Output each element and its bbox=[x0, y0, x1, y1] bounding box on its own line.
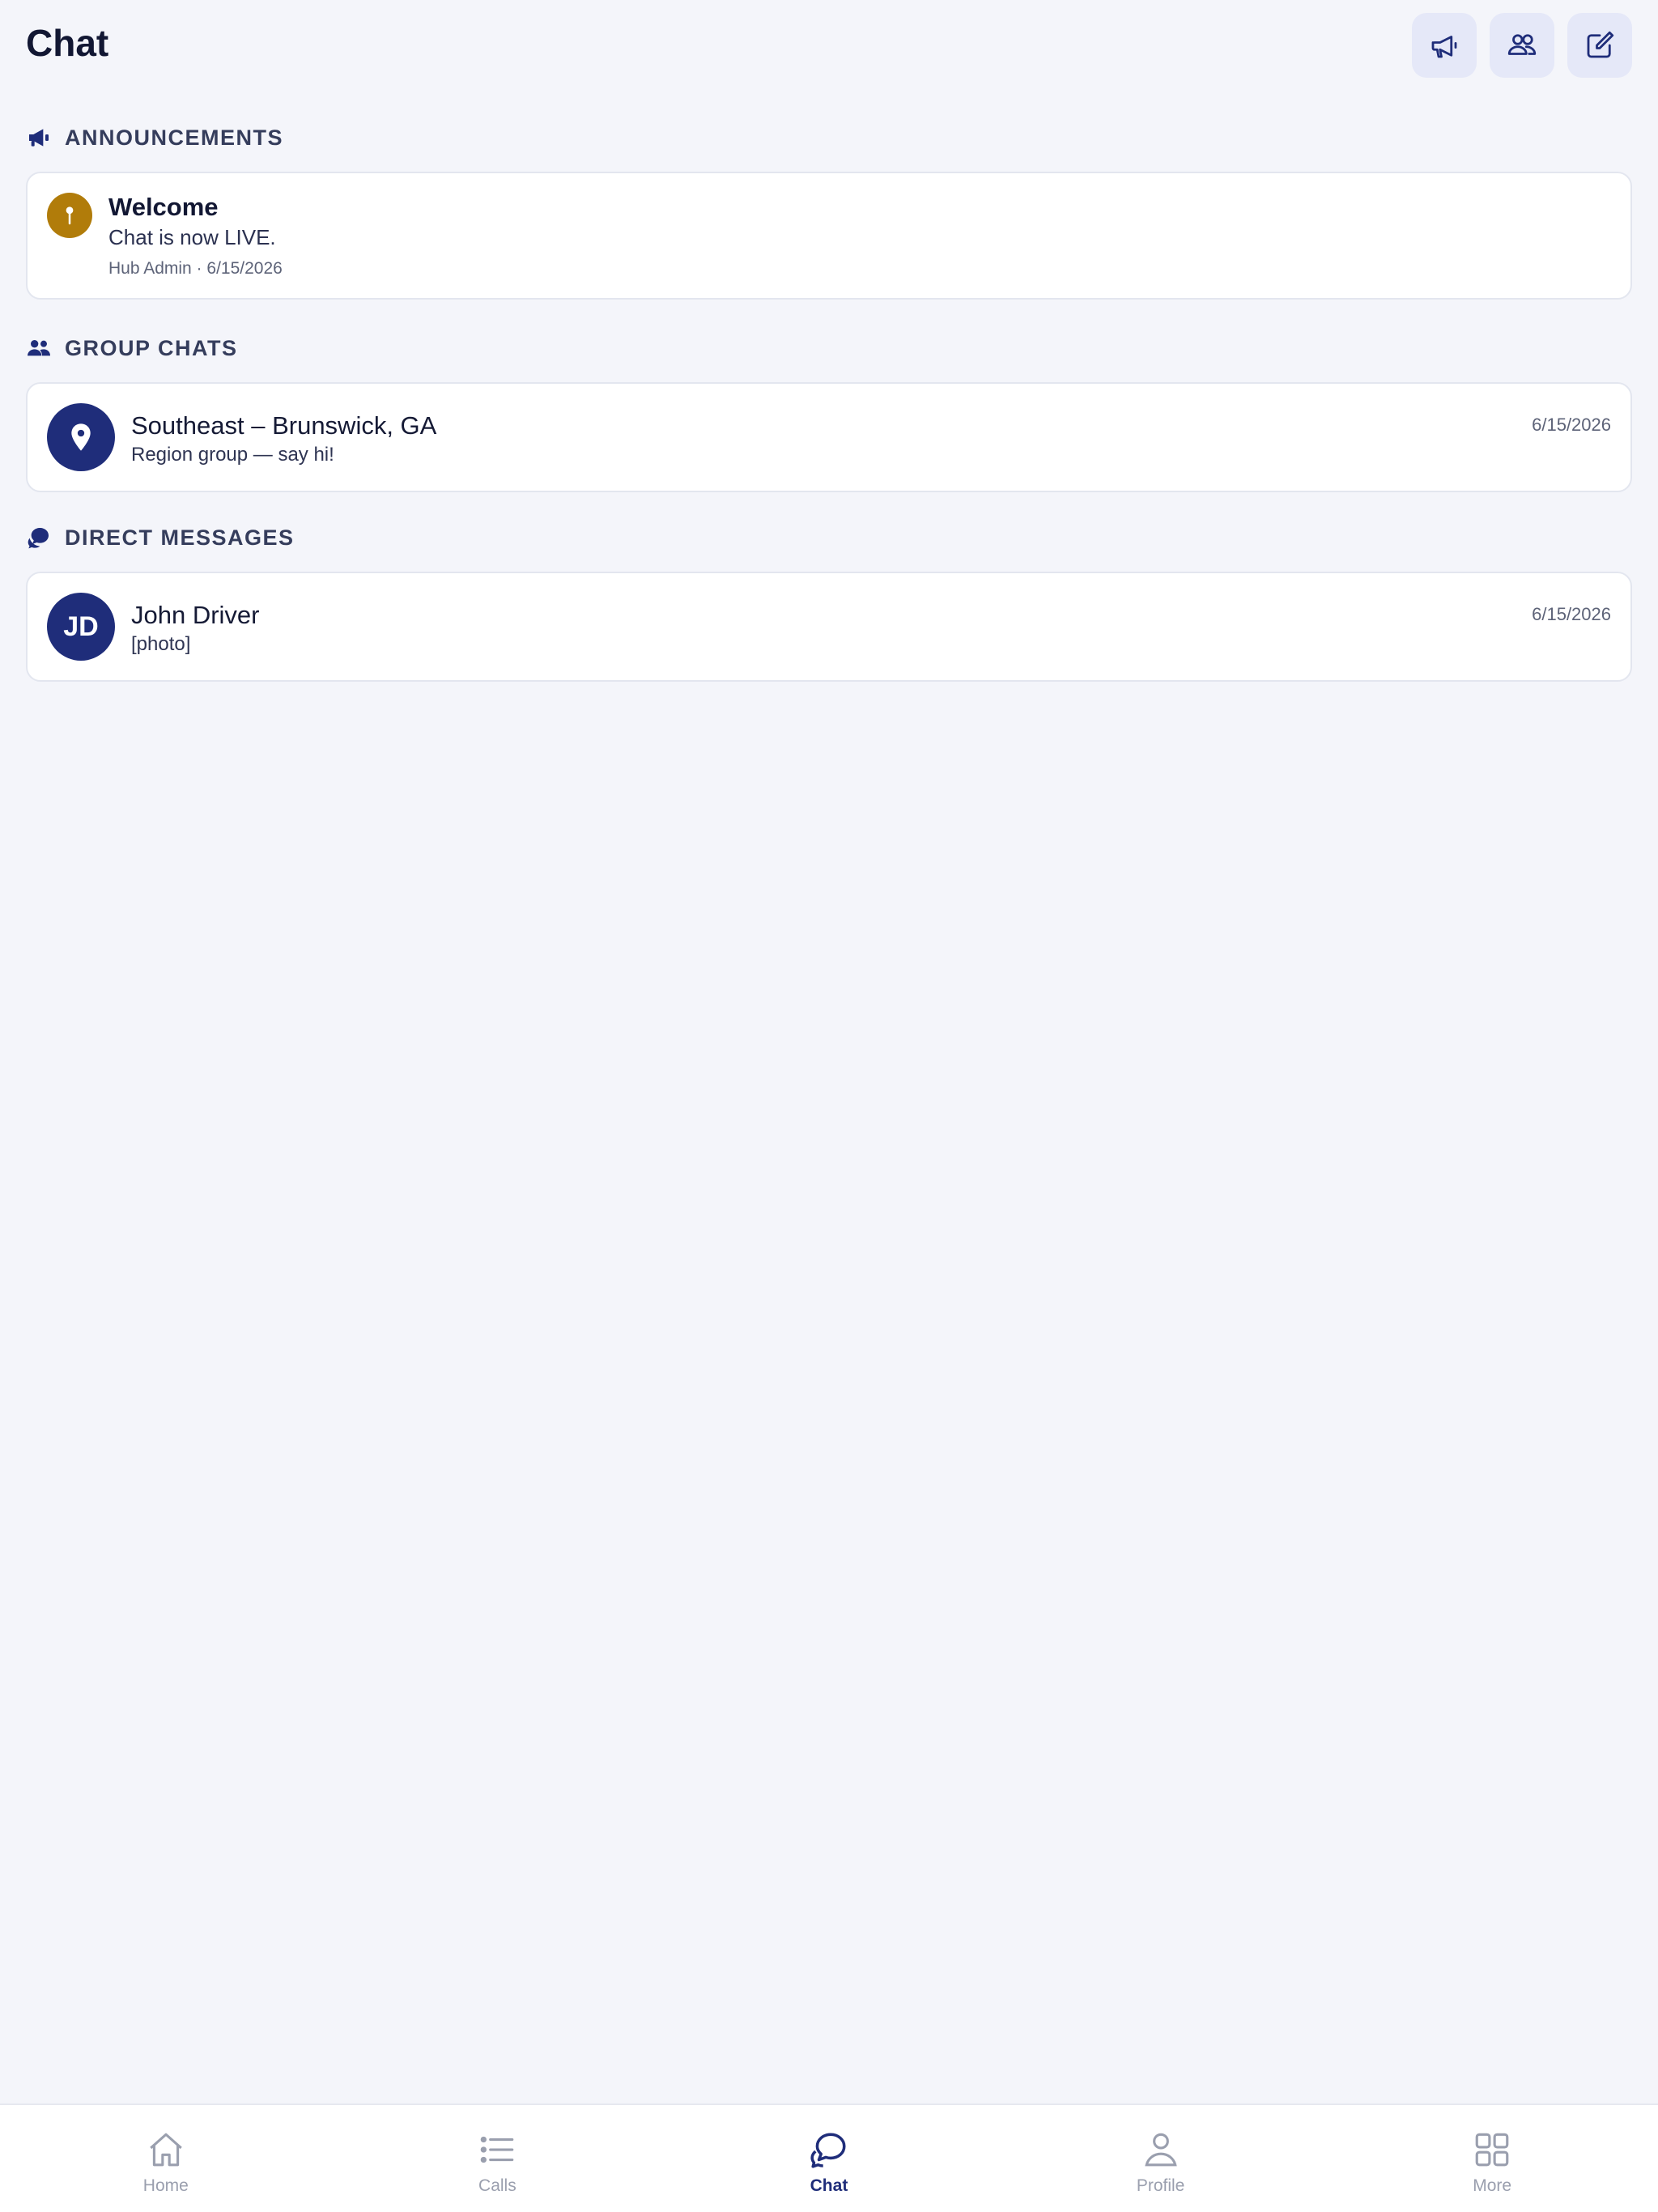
nav-label: Calls bbox=[478, 2176, 517, 2195]
chat-name: Southeast – Brunswick, GA bbox=[131, 411, 437, 440]
nav-item-home[interactable]: Home bbox=[0, 2105, 332, 2212]
section-title: Group Chats bbox=[65, 335, 238, 360]
chat-preview: Region group — say hi! bbox=[131, 444, 334, 466]
nav-label: Chat bbox=[810, 2176, 848, 2195]
compose-icon bbox=[1587, 31, 1614, 58]
users-icon bbox=[1507, 34, 1537, 55]
chat-date: 6/15/2026 bbox=[1532, 415, 1611, 435]
direct-message-row[interactable]: JD John Driver [photo] 6/15/2026 bbox=[26, 572, 1632, 682]
direct-messages-section: Direct Messages JD John Driver [photo] 6… bbox=[26, 521, 1632, 682]
nav-label: Profile bbox=[1136, 2176, 1185, 2195]
avatar: JD bbox=[47, 593, 115, 661]
chat-icon bbox=[810, 2133, 846, 2168]
header: Chat bbox=[0, 0, 1658, 89]
megaphone-icon bbox=[29, 129, 49, 147]
group-chats-section: Group Chats Southeast – Brunswick, GA Re… bbox=[26, 332, 1632, 492]
pin-icon bbox=[66, 206, 74, 225]
chat-bubbles-icon bbox=[28, 528, 49, 549]
page-title: Chat bbox=[26, 22, 109, 64]
nav-item-chat[interactable]: Chat bbox=[663, 2105, 995, 2212]
list-icon bbox=[481, 2136, 514, 2163]
bottom-nav: Home Calls Chat Profile More bbox=[0, 2104, 1658, 2212]
announcement-card[interactable]: Welcome Chat is now LIVE. Hub Admin · 6/… bbox=[26, 172, 1632, 300]
announcements-section: Announcements Welcome Chat is now LIVE. … bbox=[26, 121, 1632, 300]
megaphone-icon bbox=[1431, 36, 1457, 58]
announcement-title: Welcome bbox=[108, 193, 219, 221]
nav-label: More bbox=[1473, 2176, 1512, 2195]
chat-screen: Chat ANNOUNCEMENTS Welcome Chat is now L… bbox=[0, 0, 1658, 2212]
person-icon bbox=[1144, 2133, 1177, 2167]
grid-icon bbox=[1475, 2133, 1509, 2167]
group-chat-row[interactable]: Southeast – Brunswick, GA Region group —… bbox=[26, 382, 1632, 492]
group-chats-header: Group Chats bbox=[26, 332, 1632, 364]
chat-name: John Driver bbox=[131, 601, 260, 629]
announcement-meta: Hub Admin · 6/15/2026 bbox=[108, 259, 283, 278]
header-actions bbox=[1412, 13, 1632, 78]
announcements-button[interactable] bbox=[1412, 13, 1477, 78]
groups-button[interactable] bbox=[1490, 13, 1554, 78]
chat-date: 6/15/2026 bbox=[1532, 604, 1611, 624]
users-icon bbox=[28, 340, 50, 356]
chat-preview: [photo] bbox=[131, 633, 191, 655]
section-title: Direct Messages bbox=[65, 525, 295, 550]
avatar bbox=[47, 403, 115, 471]
section-title: Announcements bbox=[65, 125, 284, 150]
nav-label: Home bbox=[142, 2176, 189, 2195]
nav-item-more[interactable]: More bbox=[1326, 2105, 1658, 2212]
announcement-badge bbox=[47, 193, 92, 238]
home-icon bbox=[150, 2133, 182, 2167]
announcement-body: Chat is now LIVE. bbox=[108, 225, 276, 249]
announcements-header: Announcements bbox=[26, 121, 1632, 154]
direct-messages-header: Direct Messages bbox=[26, 521, 1632, 554]
nav-item-calls[interactable]: Calls bbox=[332, 2105, 664, 2212]
nav-item-profile[interactable]: Profile bbox=[995, 2105, 1327, 2212]
new-message-button[interactable] bbox=[1567, 13, 1632, 78]
location-pin-icon bbox=[71, 423, 91, 451]
